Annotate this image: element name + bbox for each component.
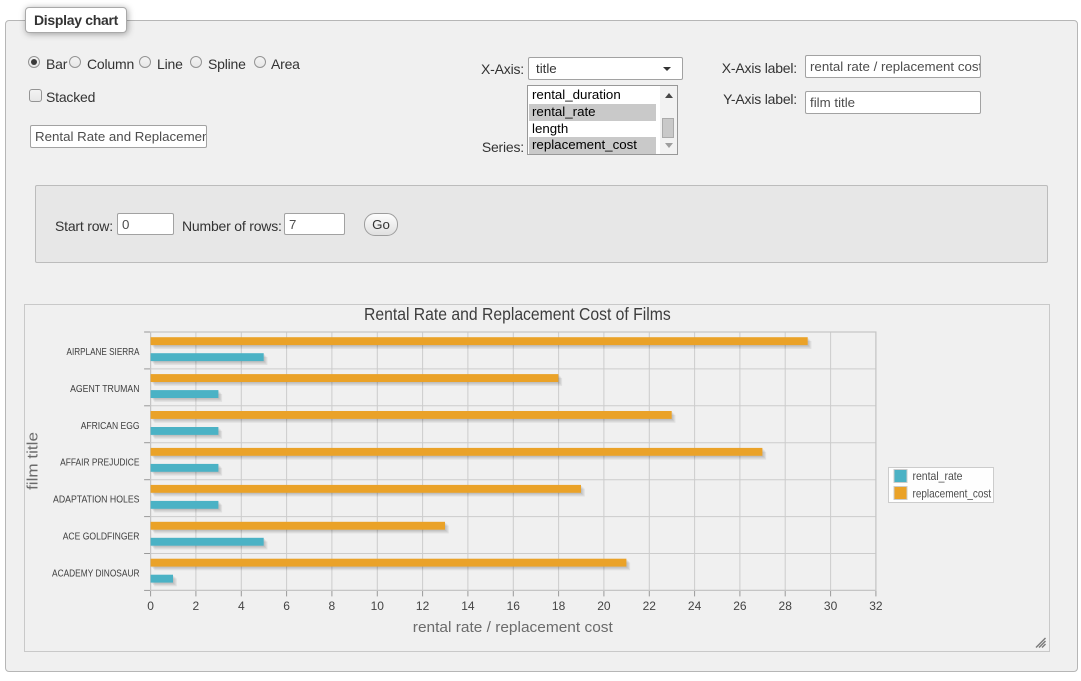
svg-text:22: 22 bbox=[643, 599, 657, 613]
svg-text:AGENT TRUMAN: AGENT TRUMAN bbox=[70, 384, 139, 395]
svg-text:0: 0 bbox=[147, 599, 154, 613]
svg-text:Rental Rate and Replacement Co: Rental Rate and Replacement Cost of Film… bbox=[364, 305, 671, 324]
svg-text:12: 12 bbox=[416, 599, 430, 613]
svg-text:AIRPLANE SIERRA: AIRPLANE SIERRA bbox=[67, 347, 140, 358]
svg-text:replacement_cost: replacement_cost bbox=[913, 487, 992, 500]
svg-text:AFRICAN EGG: AFRICAN EGG bbox=[81, 421, 140, 432]
svg-text:8: 8 bbox=[329, 599, 336, 613]
svg-text:14: 14 bbox=[461, 599, 475, 613]
svg-text:ADAPTATION HOLES: ADAPTATION HOLES bbox=[53, 495, 140, 506]
svg-text:16: 16 bbox=[507, 599, 521, 613]
svg-text:6: 6 bbox=[283, 599, 290, 613]
svg-text:4: 4 bbox=[238, 599, 245, 613]
svg-text:32: 32 bbox=[869, 599, 883, 613]
svg-text:28: 28 bbox=[779, 599, 793, 613]
svg-text:20: 20 bbox=[597, 599, 611, 613]
svg-text:AFFAIR PREJUDICE: AFFAIR PREJUDICE bbox=[60, 458, 140, 469]
svg-text:24: 24 bbox=[688, 599, 702, 613]
svg-text:10: 10 bbox=[371, 599, 385, 613]
svg-text:2: 2 bbox=[193, 599, 200, 613]
svg-text:18: 18 bbox=[552, 599, 566, 613]
svg-text:ACADEMY DINOSAUR: ACADEMY DINOSAUR bbox=[52, 569, 140, 580]
svg-text:rental_rate: rental_rate bbox=[913, 470, 963, 483]
svg-text:film title: film title bbox=[25, 432, 41, 490]
svg-text:26: 26 bbox=[733, 599, 747, 613]
svg-text:ACE GOLDFINGER: ACE GOLDFINGER bbox=[63, 532, 140, 543]
svg-text:rental rate / replacement cost: rental rate / replacement cost bbox=[413, 619, 614, 636]
svg-text:30: 30 bbox=[824, 599, 838, 613]
